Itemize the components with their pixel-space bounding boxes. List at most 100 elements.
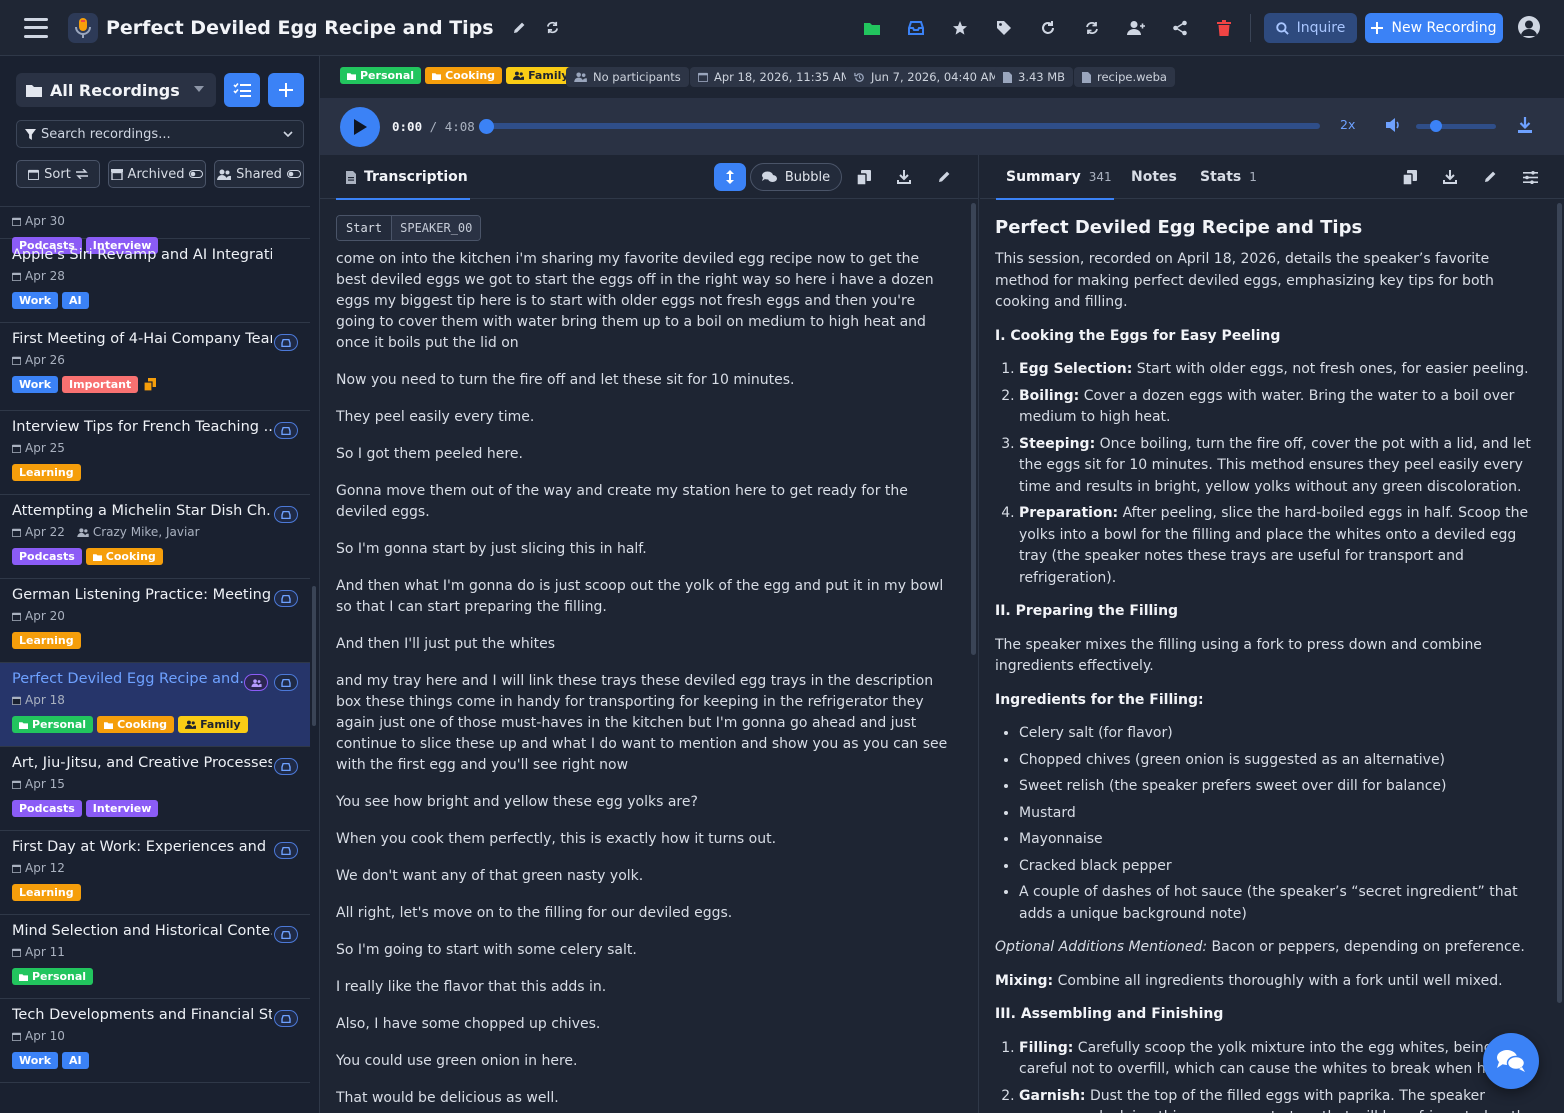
seek-bar[interactable] [482,123,1320,129]
tag-cooking[interactable]: Cooking [85,548,163,565]
shared-toggle[interactable]: Shared [214,160,304,188]
seek-handle[interactable] [479,119,494,134]
tag-work[interactable]: Work [12,376,59,393]
recording-list-item[interactable]: German Listening Practice: Meeting... Apr… [0,579,310,663]
archived-toggle[interactable]: Archived [108,160,206,188]
tag-personal[interactable]: Personal [12,716,94,733]
recording-list-item[interactable]: Mind Selection and Historical Conte... Ap… [0,915,310,999]
recording-meta: Apr 11 [12,945,65,959]
expand-toggle-button[interactable] [714,163,746,191]
tab-stats[interactable]: Stats 1 [1200,155,1257,199]
tab-transcription[interactable]: Transcription [336,155,470,200]
bulk-select-button[interactable] [224,73,260,107]
inbox-status-icon[interactable] [274,506,298,523]
menu-icon[interactable] [24,17,48,38]
file-size-chip: 3.43 MB [995,67,1074,87]
app-header: Perfect Deviled Egg Recipe and Tips Inqu… [0,0,1564,56]
trash-icon[interactable] [1208,12,1240,44]
recording-list-item[interactable]: First Meeting of 4-Hai Company Team Apr 2… [0,323,310,411]
download-audio-icon[interactable] [1518,117,1532,133]
tag-ai[interactable]: AI [62,292,89,309]
recording-list-item[interactable]: Attempting a Michelin Star Dish Ch... Apr… [0,495,310,579]
participants-chip[interactable]: No participants [566,67,689,87]
tag-work[interactable]: Work [12,292,59,309]
mixing-label: Mixing: [995,972,1054,989]
tag-interview[interactable]: Interview [85,800,159,817]
inbox-status-icon[interactable] [274,674,298,691]
recording-tags: Personal [12,968,94,985]
refresh-icon[interactable] [1076,12,1108,44]
recording-list-item[interactable]: Tech Developments and Financial St... Apr… [0,999,310,1083]
item-key: Boiling: [1019,387,1080,404]
tag-personal[interactable]: Personal [340,67,422,84]
play-button[interactable] [340,107,380,147]
tag-icon[interactable] [988,12,1020,44]
inbox-icon[interactable] [900,12,932,44]
inbox-status-icon[interactable] [274,758,298,775]
recording-list-item[interactable]: Apr 30 Podcasts Interview [0,207,310,254]
inbox-status-icon[interactable] [274,422,298,439]
volume-slider[interactable] [1416,124,1496,129]
tag-learning[interactable]: Learning [12,632,81,649]
tab-notes[interactable]: Notes [1131,155,1177,199]
edit-summary-icon[interactable] [1478,165,1502,189]
new-recording-button[interactable]: New Recording [1365,13,1503,43]
share-icon[interactable] [1164,12,1196,44]
volume-icon[interactable] [1386,118,1402,132]
download-summary-icon[interactable] [1438,165,1462,189]
inbox-status-icon[interactable] [274,1010,298,1027]
star-icon[interactable] [944,12,976,44]
inquire-button[interactable]: Inquire [1264,13,1357,43]
edit-transcript-icon[interactable] [932,165,956,189]
copy-summary-icon[interactable] [1398,165,1422,189]
tag-label: Work [19,1054,52,1067]
volume-handle[interactable] [1430,120,1442,132]
recording-list-item[interactable]: Perfect Deviled Egg Recipe and... Apr 18 P… [0,663,310,747]
add-folder-button[interactable] [268,73,304,107]
tag-family[interactable]: Family [178,716,248,733]
sort-button[interactable]: Sort [16,160,100,188]
edit-title-pencil-icon[interactable] [510,19,528,37]
recording-list-item[interactable]: Apple's Siri Revamp and AI Integration .… [0,239,310,323]
playback-speed-button[interactable]: 2x [1340,117,1355,132]
tag-personal[interactable]: Personal [12,968,94,985]
inbox-status-icon[interactable] [274,926,298,943]
summary-scrollbar[interactable] [1557,203,1562,1003]
chat-button[interactable] [1483,1033,1539,1089]
inbox-status-icon[interactable] [274,334,298,351]
tag-work[interactable]: Work [12,1052,59,1069]
transcript-scrollbar[interactable] [971,203,976,655]
recording-list-item[interactable]: Interview Tips for French Teaching ... Ap… [0,411,310,495]
folder-select[interactable]: All Recordings [16,73,216,107]
sliders-settings-icon[interactable] [1518,165,1542,189]
calendar-icon [698,72,708,82]
tag-ai[interactable]: AI [62,1052,89,1069]
user-share-icon[interactable] [1120,12,1152,44]
summary-list-item: Preparation: After peeling, slice the ha… [1019,503,1540,589]
recording-list-item[interactable]: Art, Jiu-Jitsu, and Creative Processes..… [0,747,310,831]
bubble-view-button[interactable]: Bubble [750,163,842,191]
sidebar-scrollbar[interactable] [312,586,316,726]
tag-podcasts[interactable]: Podcasts [12,548,82,565]
tag-cooking[interactable]: Cooking [97,716,175,733]
download-transcript-icon[interactable] [892,165,916,189]
inbox-status-icon[interactable] [274,590,298,607]
tag-learning[interactable]: Learning [12,884,81,901]
shared-status-icon[interactable] [244,674,268,691]
ingredients-list: Celery salt (for flavor) Chopped chives (… [995,723,1540,925]
redo-icon[interactable] [1032,12,1064,44]
search-input[interactable]: Search recordings... [16,120,304,148]
sync-icon[interactable] [544,19,562,37]
tag-learning[interactable]: Learning [12,464,81,481]
caret-down-icon [194,86,204,92]
copy-transcript-icon[interactable] [852,165,876,189]
tag-cooking[interactable]: Cooking [425,67,503,84]
user-avatar-icon[interactable] [1518,16,1540,38]
speaker-label[interactable]: Start SPEAKER_00 [336,215,482,241]
tag-podcasts[interactable]: Podcasts [12,800,82,817]
tag-important[interactable]: Important [62,376,139,393]
tab-summary[interactable]: Summary 341 [996,155,1114,200]
inbox-status-icon[interactable] [274,842,298,859]
recording-list-item[interactable]: First Day at Work: Experiences and ... Ap… [0,831,310,915]
folder-icon[interactable] [856,12,888,44]
